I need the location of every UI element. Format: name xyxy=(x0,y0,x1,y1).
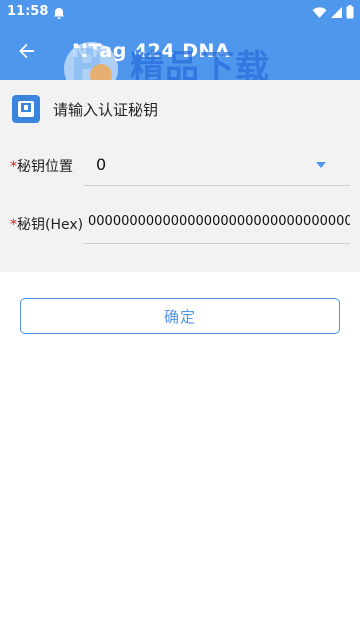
auth-key-form: 请输入认证秘钥 *秘钥位置 0 *秘钥(Hex) 000000000000000… xyxy=(0,80,360,272)
key-slot-row: *秘钥位置 0 xyxy=(0,146,360,186)
required-mark: * xyxy=(10,217,17,233)
confirm-button[interactable]: 确定 xyxy=(20,298,340,334)
status-icons xyxy=(312,4,354,23)
section-header: 请输入认证秘钥 xyxy=(12,95,158,123)
key-slot-label-text: 秘钥位置 xyxy=(17,159,73,175)
key-slot-underline xyxy=(84,185,350,186)
notification-icon xyxy=(53,5,65,19)
cell-signal-icon xyxy=(330,4,343,23)
status-time: 11:58 xyxy=(7,4,49,19)
battery-icon xyxy=(346,4,354,23)
wifi-icon xyxy=(312,4,327,23)
key-slot-select[interactable]: 0 xyxy=(96,155,106,174)
required-mark: * xyxy=(10,159,17,175)
arrow-left-icon xyxy=(18,42,36,64)
status-bar: 11:58 xyxy=(0,0,360,24)
dropdown-arrow-icon[interactable] xyxy=(316,162,326,168)
card-icon xyxy=(12,95,40,123)
key-hex-label-text: 秘钥(Hex) xyxy=(17,217,84,233)
key-hex-label: *秘钥(Hex) xyxy=(10,214,83,234)
key-hex-input[interactable]: 00000000000000000000000000000000 xyxy=(88,214,350,229)
section-title: 请输入认证秘钥 xyxy=(53,100,159,119)
key-hex-underline xyxy=(84,243,350,244)
page-title: NTag 424 DNA xyxy=(72,40,231,62)
back-button[interactable] xyxy=(14,40,40,66)
confirm-button-label: 确定 xyxy=(163,307,196,326)
app-bar: NTag 424 DNA xyxy=(0,24,360,80)
key-hex-row: *秘钥(Hex) 0000000000000000000000000000000… xyxy=(0,204,360,244)
key-slot-label: *秘钥位置 xyxy=(10,156,73,176)
